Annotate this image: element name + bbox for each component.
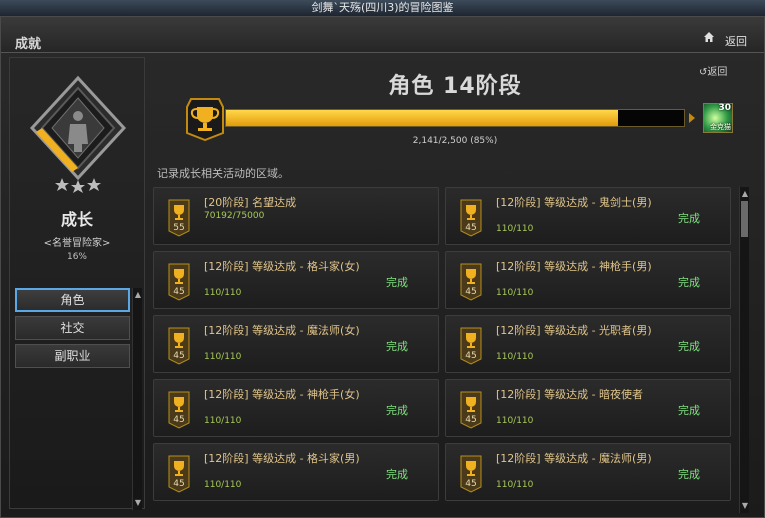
achievement-card[interactable]: 45 [12阶段] 等级达成 - 格斗家(男) 110/110 完成 bbox=[153, 443, 439, 501]
nav-item-character[interactable]: 角色 bbox=[15, 288, 130, 312]
achievement-card[interactable]: 45 [12阶段] 等级达成 - 魔法师(女) 110/110 完成 bbox=[153, 315, 439, 373]
achievement-status: 完成 bbox=[678, 212, 700, 225]
achievement-progress: 110/110 bbox=[496, 224, 534, 234]
scroll-down-icon[interactable]: ▼ bbox=[740, 501, 750, 511]
achievement-card[interactable]: 45 [12阶段] 等级达成 - 光职者(男) 110/110 完成 bbox=[445, 315, 731, 373]
main-scrollbar[interactable]: ▲ ▼ bbox=[739, 187, 749, 513]
achievement-progress: 110/110 bbox=[496, 288, 534, 298]
stage-progress-text: 2,141/2,500 (85%) bbox=[412, 136, 498, 146]
achievement-title: [12阶段] 等级达成 - 魔法师(女) bbox=[204, 324, 360, 337]
main-panel: 角色 14阶段 ↺返回 30 金克猫 2,141/2,500 (85%) 记录成… bbox=[149, 57, 761, 515]
achievement-title: [20阶段] 名望达成 bbox=[204, 196, 297, 209]
achievement-progress: 110/110 bbox=[204, 288, 242, 298]
scroll-up-icon[interactable]: ▲ bbox=[740, 189, 750, 199]
home-icon[interactable] bbox=[703, 31, 715, 43]
scroll-thumb[interactable] bbox=[741, 201, 748, 237]
nav-item-subjob[interactable]: 副职业 bbox=[15, 344, 130, 368]
category-percent: 16% bbox=[66, 252, 87, 262]
achievement-card[interactable]: 45 [12阶段] 等级达成 - 格斗家(女) 110/110 完成 bbox=[153, 251, 439, 309]
achievement-progress: 110/110 bbox=[496, 352, 534, 362]
progress-arrow-icon bbox=[689, 113, 695, 123]
achievement-list: 55 [20阶段] 名望达成 70192/75000 45 [12阶段] 等级达成 - … bbox=[153, 187, 737, 513]
reward-label: 金克猫 bbox=[710, 123, 731, 131]
scroll-up-icon[interactable]: ▲ bbox=[133, 290, 143, 300]
achievement-title: [12阶段] 等级达成 - 光职者(男) bbox=[496, 324, 652, 337]
achievement-progress: 110/110 bbox=[496, 416, 534, 426]
category-name: 成长 bbox=[60, 210, 93, 229]
badge-points: 45 bbox=[173, 415, 185, 425]
badge-points: 45 bbox=[173, 287, 185, 297]
stage-progress-bar bbox=[225, 109, 685, 127]
achievement-status: 完成 bbox=[386, 468, 408, 481]
header-back-button[interactable]: 返回 bbox=[725, 33, 747, 49]
achievement-status: 完成 bbox=[386, 404, 408, 417]
achievement-card[interactable]: 55 [20阶段] 名望达成 70192/75000 bbox=[153, 187, 439, 245]
achievement-title: [12阶段] 等级达成 - 暗夜使者 bbox=[496, 388, 644, 401]
achievement-title: [12阶段] 等级达成 - 格斗家(男) bbox=[204, 452, 360, 465]
section-description: 记录成长相关活动的区域。 bbox=[157, 167, 289, 180]
achievement-title: [12阶段] 等级达成 - 神枪手(女) bbox=[204, 388, 360, 401]
achievement-card[interactable]: 45 [12阶段] 等级达成 - 暗夜使者 110/110 完成 bbox=[445, 379, 731, 437]
achievement-status: 完成 bbox=[386, 276, 408, 289]
achievement-card[interactable]: 45 [12阶段] 等级达成 - 神枪手(女) 110/110 完成 bbox=[153, 379, 439, 437]
achievement-status: 完成 bbox=[678, 340, 700, 353]
badge-points: 45 bbox=[465, 223, 477, 233]
main-back-label: 返回 bbox=[707, 67, 728, 78]
badge-points: 45 bbox=[465, 479, 477, 489]
main-back-button[interactable]: ↺返回 bbox=[699, 63, 727, 78]
achievement-title: [12阶段] 等级达成 - 神枪手(男) bbox=[496, 260, 652, 273]
achievement-progress: 110/110 bbox=[496, 480, 534, 490]
achievement-status: 完成 bbox=[678, 404, 700, 417]
achievement-title: [12阶段] 等级达成 - 魔法师(男) bbox=[496, 452, 652, 465]
achievement-progress: 110/110 bbox=[204, 480, 242, 490]
badge-points: 55 bbox=[173, 223, 185, 233]
nav-item-social[interactable]: 社交 bbox=[15, 316, 130, 340]
header-title: 成就 bbox=[15, 37, 42, 52]
growth-emblem-icon bbox=[29, 75, 127, 193]
left-scrollbar[interactable]: ▲ ▼ bbox=[132, 288, 142, 510]
badge-points: 45 bbox=[173, 351, 185, 361]
category-nav: 角色 社交 副职业 bbox=[15, 288, 130, 372]
achievement-progress: 110/110 bbox=[204, 416, 242, 426]
stage-title: 角色 14阶段 bbox=[388, 74, 522, 99]
trophy-icon bbox=[186, 98, 224, 141]
achievement-progress: 110/110 bbox=[204, 352, 242, 362]
achievement-window: 成就 返回 成长 <名誉冒险家> 16% 角色 社交 副职业 ▲ ▼ 角色 14… bbox=[0, 16, 765, 518]
achievement-title: [12阶段] 等级达成 - 鬼剑士(男) bbox=[496, 196, 652, 209]
left-panel: 成长 <名誉冒险家> 16% 角色 社交 副职业 ▲ ▼ bbox=[9, 57, 145, 510]
header-bar: 成就 返回 bbox=[1, 17, 764, 53]
window-title: 剑舞`天殇(四川3)的冒险图鉴 bbox=[0, 0, 765, 16]
achievement-card[interactable]: 45 [12阶段] 等级达成 - 魔法师(男) 110/110 完成 bbox=[445, 443, 731, 501]
category-subtitle: <名誉冒险家> bbox=[43, 238, 111, 249]
achievement-status: 完成 bbox=[678, 468, 700, 481]
reward-count: 30 bbox=[718, 103, 731, 113]
achievement-card[interactable]: 45 [12阶段] 等级达成 - 神枪手(男) 110/110 完成 bbox=[445, 251, 731, 309]
badge-points: 45 bbox=[465, 415, 477, 425]
achievement-status: 完成 bbox=[678, 276, 700, 289]
scroll-down-icon[interactable]: ▼ bbox=[133, 498, 143, 508]
stage-progress-fill bbox=[226, 110, 619, 126]
achievement-progress: 70192/75000 bbox=[204, 211, 265, 221]
achievement-title: [12阶段] 等级达成 - 格斗家(女) bbox=[204, 260, 360, 273]
badge-points: 45 bbox=[465, 287, 477, 297]
achievement-status: 完成 bbox=[386, 340, 408, 353]
reward-item-icon[interactable]: 30 金克猫 bbox=[703, 103, 733, 133]
achievement-card[interactable]: 45 [12阶段] 等级达成 - 鬼剑士(男) 110/110 完成 bbox=[445, 187, 731, 245]
badge-points: 45 bbox=[465, 351, 477, 361]
badge-points: 45 bbox=[173, 479, 185, 489]
